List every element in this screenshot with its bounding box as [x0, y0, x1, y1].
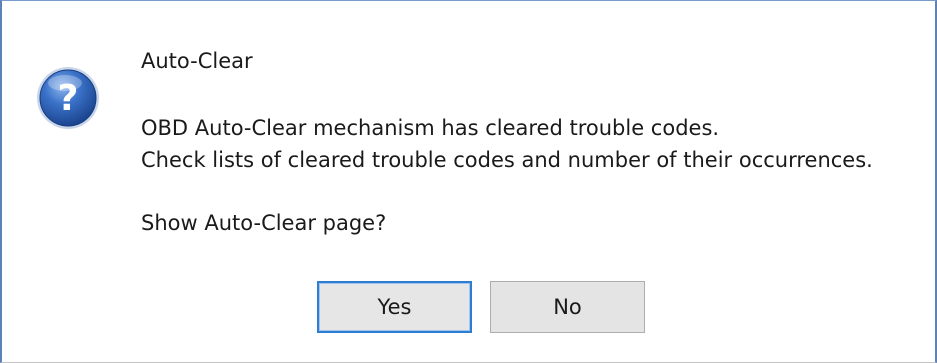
message-line-2: Check lists of cleared trouble codes and…: [141, 148, 873, 172]
message-line-1: OBD Auto-Clear mechanism has cleared tro…: [141, 116, 720, 140]
yes-button[interactable]: Yes: [317, 281, 472, 333]
no-button-label: No: [553, 295, 582, 319]
no-button[interactable]: No: [490, 281, 645, 333]
confirm-prompt: Show Auto-Clear page?: [141, 211, 387, 235]
question-icon: ?: [37, 67, 99, 129]
yes-button-label: Yes: [377, 295, 412, 319]
dialog-title: Auto-Clear: [141, 49, 253, 73]
svg-text:?: ?: [58, 78, 79, 119]
auto-clear-dialog: ? Auto-Clear OBD Auto-Clear mechanism ha…: [0, 0, 937, 363]
